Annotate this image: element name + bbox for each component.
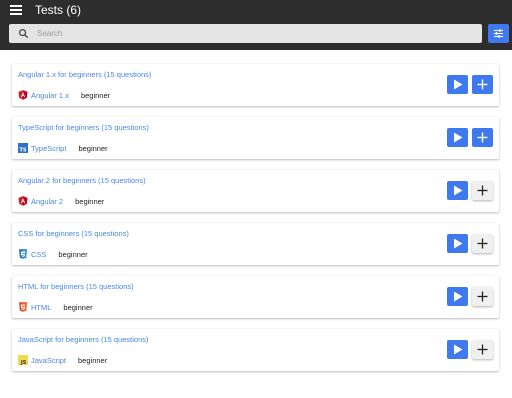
javascript-icon: JS bbox=[18, 355, 28, 365]
test-list: Angular 1.x for beginners (15 questions)… bbox=[12, 64, 500, 382]
test-title-link[interactable]: TypeScript for beginners (15 questions) bbox=[18, 123, 149, 132]
add-test-button[interactable] bbox=[472, 181, 493, 200]
start-test-button[interactable] bbox=[447, 340, 468, 359]
play-icon bbox=[454, 291, 463, 302]
add-test-button[interactable] bbox=[472, 75, 493, 94]
technology-link[interactable]: JavaScript bbox=[31, 356, 66, 365]
html5-icon bbox=[19, 302, 27, 312]
start-test-button[interactable] bbox=[447, 181, 468, 200]
plus-icon bbox=[477, 291, 488, 302]
technology-link[interactable]: Angular 2 bbox=[31, 197, 63, 206]
start-test-button[interactable] bbox=[447, 75, 468, 94]
level-label: beginner bbox=[78, 355, 108, 365]
svg-text:TS: TS bbox=[19, 148, 26, 154]
start-test-button[interactable] bbox=[447, 128, 468, 147]
technology-link[interactable]: Angular 1.x bbox=[31, 91, 69, 100]
search-input[interactable] bbox=[37, 24, 467, 43]
test-card: CSS for beginners (15 questions) CSS beg… bbox=[12, 223, 499, 265]
plus-icon bbox=[477, 185, 488, 196]
css3-icon bbox=[19, 249, 27, 259]
page-title: Tests (6) bbox=[35, 3, 82, 17]
level-label: beginner bbox=[75, 196, 105, 206]
add-test-button[interactable] bbox=[472, 340, 493, 359]
start-test-button[interactable] bbox=[447, 234, 468, 253]
test-card: Angular 1.x for beginners (15 questions)… bbox=[12, 64, 499, 106]
search-icon bbox=[19, 29, 29, 39]
test-title-link[interactable]: HTML for beginners (15 questions) bbox=[18, 282, 134, 291]
technology-link[interactable]: CSS bbox=[31, 250, 46, 259]
plus-icon bbox=[477, 344, 488, 355]
plus-icon bbox=[477, 238, 488, 249]
play-icon bbox=[454, 185, 463, 196]
typescript-icon: TS bbox=[18, 143, 28, 153]
test-card: Angular 2 for beginners (15 questions) A… bbox=[12, 170, 499, 212]
test-card: HTML for beginners (15 questions) HTML b… bbox=[12, 276, 499, 318]
start-test-button[interactable] bbox=[447, 287, 468, 306]
plus-icon bbox=[477, 132, 488, 143]
add-test-button[interactable] bbox=[472, 128, 493, 147]
level-label: beginner bbox=[58, 249, 88, 259]
level-label: beginner bbox=[78, 143, 108, 153]
play-icon bbox=[454, 238, 463, 249]
plus-icon bbox=[477, 79, 488, 90]
play-icon bbox=[454, 344, 463, 355]
search-bar bbox=[9, 24, 482, 43]
play-icon bbox=[454, 132, 463, 143]
test-title-link[interactable]: Angular 1.x for beginners (15 questions) bbox=[18, 70, 151, 79]
filter-button[interactable] bbox=[488, 24, 509, 43]
technology-link[interactable]: HTML bbox=[31, 303, 51, 312]
test-card: TypeScript for beginners (15 questions) … bbox=[12, 117, 499, 159]
level-label: beginner bbox=[63, 302, 93, 312]
add-test-button[interactable] bbox=[472, 234, 493, 253]
angular-icon bbox=[18, 90, 28, 100]
test-title-link[interactable]: Angular 2 for beginners (15 questions) bbox=[18, 176, 146, 185]
angular-icon bbox=[18, 196, 28, 206]
tune-icon bbox=[494, 29, 503, 38]
add-test-button[interactable] bbox=[472, 287, 493, 306]
menu-icon[interactable] bbox=[10, 4, 22, 16]
play-icon bbox=[454, 79, 463, 90]
technology-link[interactable]: TypeScript bbox=[31, 144, 66, 153]
test-title-link[interactable]: JavaScript for beginners (15 questions) bbox=[18, 335, 149, 344]
level-label: beginner bbox=[80, 90, 111, 100]
test-title-link[interactable]: CSS for beginners (15 questions) bbox=[18, 229, 129, 238]
app-toolbar: Tests (6) bbox=[0, 0, 512, 50]
test-card: JavaScript for beginners (15 questions) … bbox=[12, 329, 499, 371]
svg-text:JS: JS bbox=[20, 360, 27, 365]
